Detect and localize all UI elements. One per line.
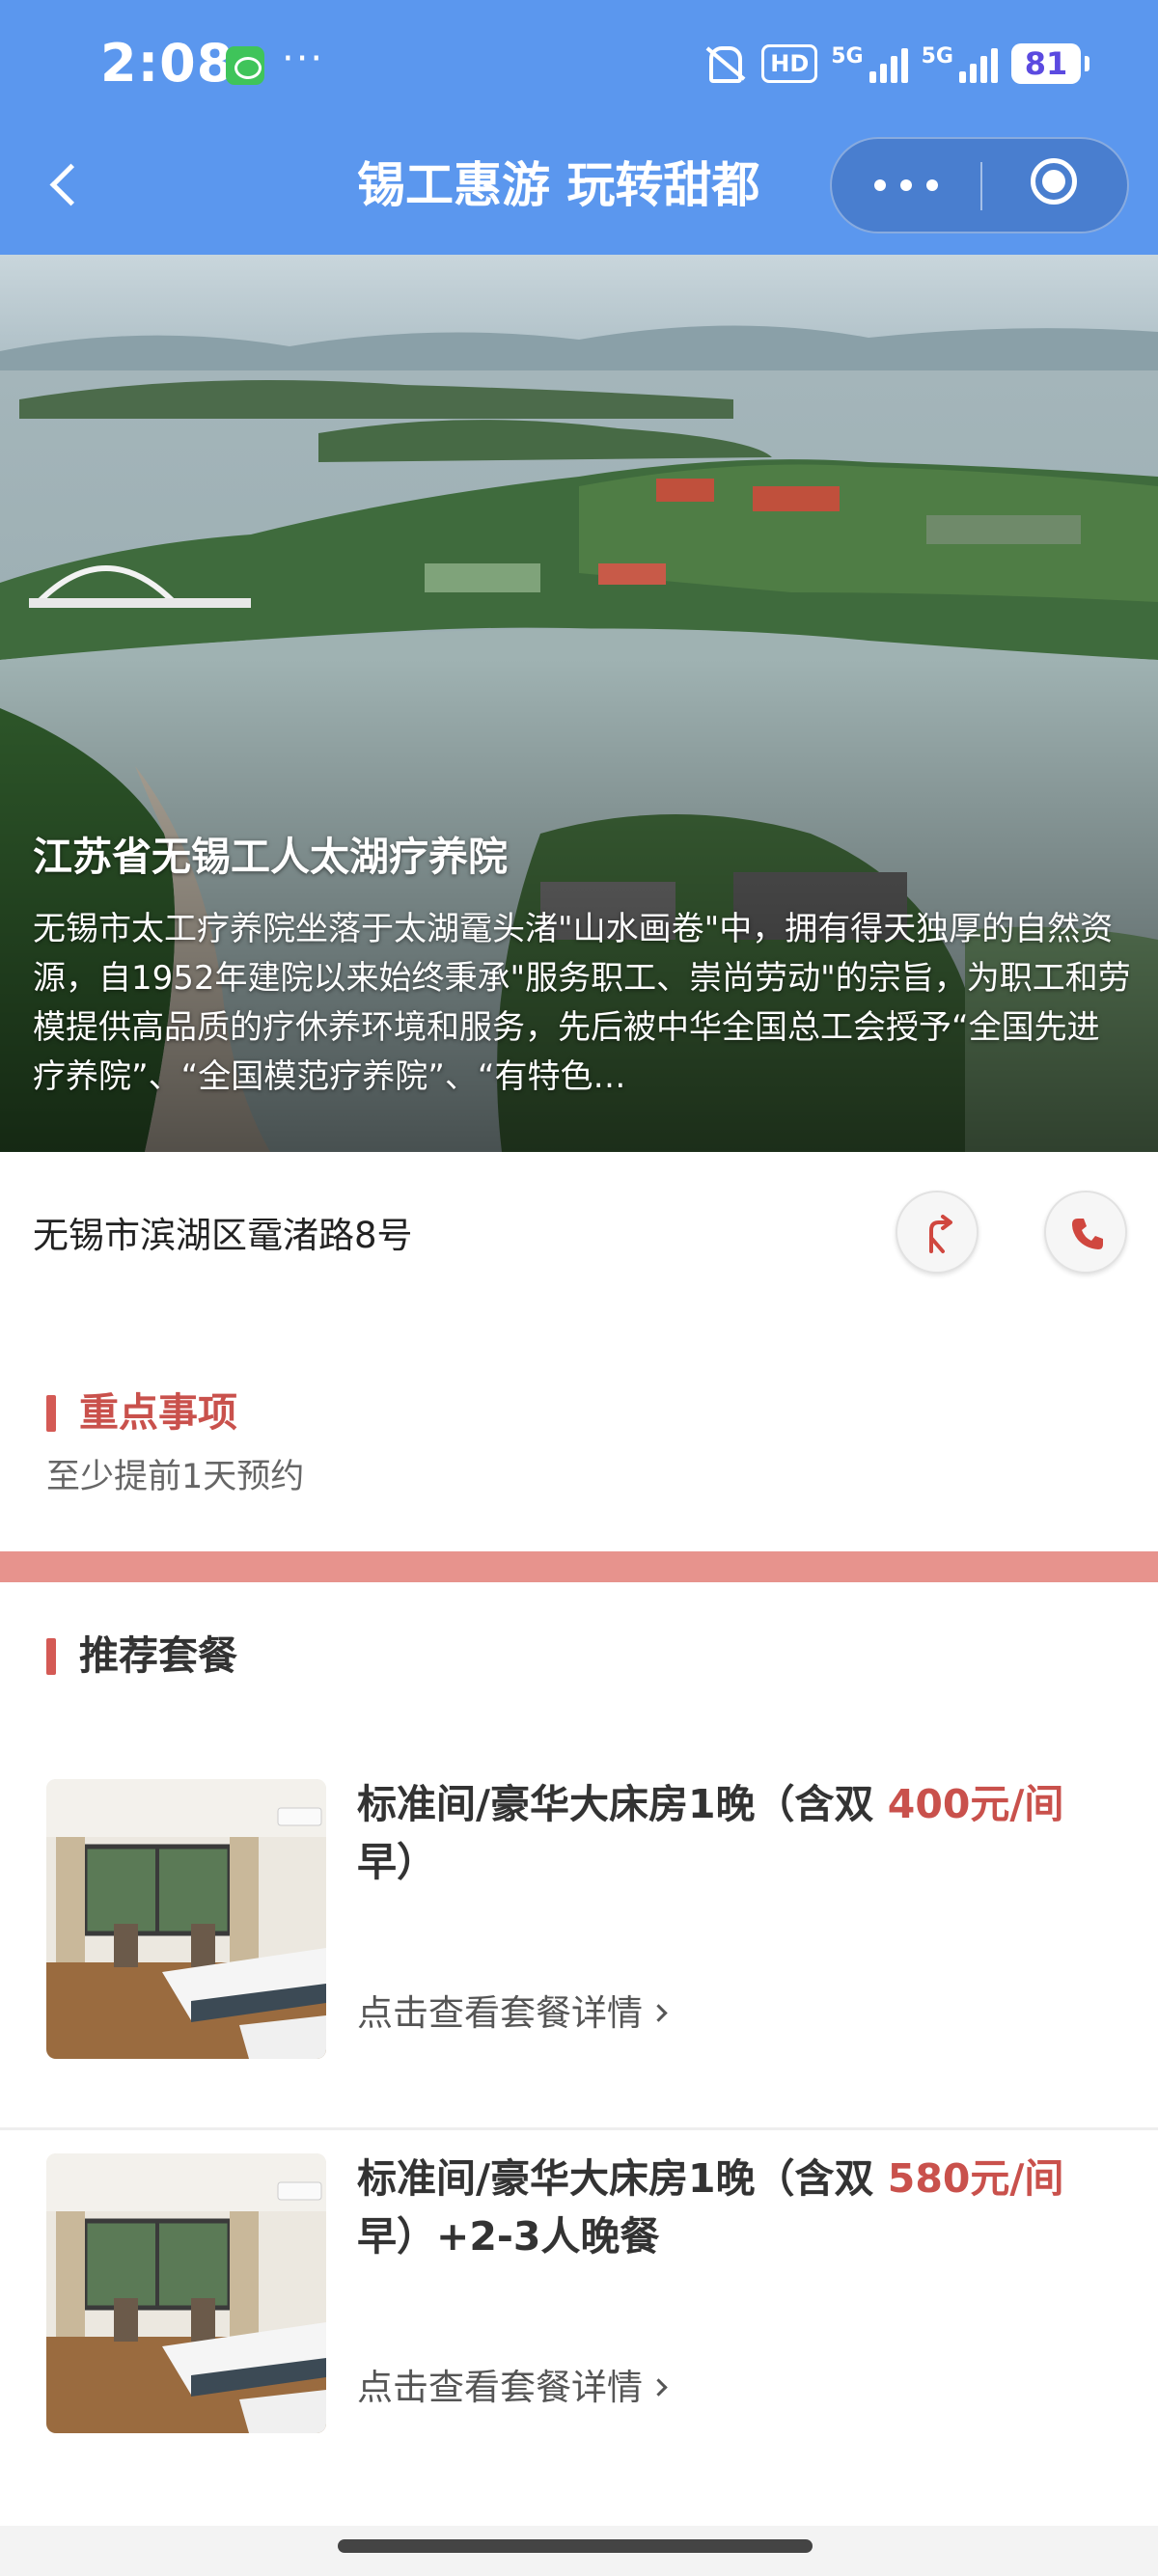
miniprogram-capsule	[830, 137, 1129, 233]
network-label-2: 5G	[921, 44, 953, 69]
packages-title: 推荐套餐	[46, 1631, 237, 1681]
wechat-notification-icon	[226, 46, 264, 85]
package-detail-link[interactable]: 点击查看套餐详情	[357, 1989, 668, 2038]
address-text: 无锡市滨湖区鼋渚路8号	[33, 1215, 413, 1256]
app-header: 2:08 ··· HD 5G 5G 81 锡工惠游 玩转甜都	[0, 0, 1158, 255]
mute-icon	[700, 42, 748, 85]
package-detail-text: 点击查看套餐详情	[357, 1992, 643, 2034]
package-title: 标准间/豪华大床房1晚（含双	[357, 2155, 874, 2202]
section-divider	[0, 1551, 1158, 1582]
venue-description: 无锡市太工疗养院坐落于太湖鼋头渚"山水画卷"中，拥有得天独厚的自然资源，自195…	[33, 910, 1131, 1096]
package-title-rest: 早）+2-3人晚餐	[357, 2213, 660, 2260]
hero-banner: 江苏省无锡工人太湖疗养院 无锡市太工疗养院坐落于太湖鼋头渚"山水画卷"中，拥有得…	[0, 255, 1158, 1152]
more-notifications-icon: ···	[282, 37, 325, 81]
package-card[interactable]: 标准间/豪华大床房1晚（含双 580元/间早）+2-3人晚餐 点击查看套餐详情	[0, 2130, 1158, 2505]
hero-text: 江苏省无锡工人太湖疗养院 无锡市太工疗养院坐落于太湖鼋头渚"山水画卷"中，拥有得…	[33, 832, 1131, 1102]
key-notes-title: 重点事项	[46, 1387, 237, 1438]
call-button[interactable]	[1044, 1191, 1127, 1274]
capsule-more-button[interactable]	[832, 139, 980, 232]
home-indicator-area	[0, 2526, 1158, 2576]
room-thumbnail	[46, 1779, 326, 2059]
package-detail-text: 点击查看套餐详情	[357, 2367, 643, 2408]
signal-icon: 5G	[831, 44, 908, 83]
package-detail-link[interactable]: 点击查看套餐详情	[357, 2364, 668, 2412]
navigation-button[interactable]	[896, 1191, 979, 1274]
status-icons: HD 5G 5G 81	[700, 42, 1089, 85]
package-name: 标准间/豪华大床房1晚（含双 400元/间早）	[357, 1775, 1119, 1891]
home-indicator[interactable]	[338, 2539, 813, 2553]
status-time: 2:08	[100, 33, 234, 94]
room-thumbnail	[46, 2153, 326, 2433]
phone-icon	[1072, 1219, 1103, 1249]
status-bar: 2:08 ··· HD 5G 5G 81	[0, 0, 1158, 135]
package-title: 标准间/豪华大床房1晚（含双	[357, 1781, 874, 1827]
back-button[interactable]	[42, 154, 96, 216]
chevron-right-icon	[649, 2378, 668, 2397]
address-row: 无锡市滨湖区鼋渚路8号	[0, 1152, 1158, 1304]
signal-icon-2: 5G	[922, 44, 998, 83]
capsule-close-button[interactable]	[982, 139, 1127, 232]
page-title: 锡工惠游 玩转甜都	[357, 157, 760, 213]
key-notes-text: 至少提前1天预约	[46, 1458, 305, 1496]
chevron-right-icon	[649, 2004, 668, 2022]
venue-name: 江苏省无锡工人太湖疗养院	[33, 834, 508, 880]
hd-icon: HD	[761, 44, 818, 83]
key-notes-section: 重点事项 至少提前1天预约	[0, 1304, 1158, 1551]
directions-icon	[929, 1215, 952, 1253]
battery-icon: 81	[1011, 43, 1089, 84]
package-price: 400元/间	[887, 1781, 1064, 1827]
network-label: 5G	[831, 44, 864, 69]
packages-section: 推荐套餐 标准间/豪华大床房1晚（含双 400元/间 早） 点击查看套餐详情 标…	[0, 1582, 1158, 2526]
package-card[interactable]: 标准间/豪华大床房1晚（含双 400元/间早） 点击查看套餐详情	[0, 1756, 1158, 2130]
package-title-rest: 早）	[357, 1839, 436, 1885]
package-name: 标准间/豪华大床房1晚（含双 580元/间早）+2-3人晚餐	[357, 2150, 1119, 2265]
package-price: 580元/间	[887, 2155, 1064, 2202]
